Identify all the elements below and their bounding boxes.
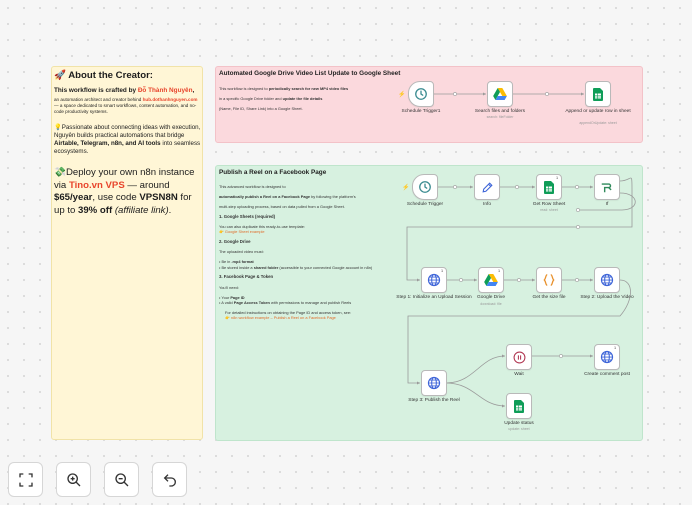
item-count: 1 (498, 269, 501, 273)
if-node[interactable] (594, 174, 620, 200)
globe-icon (600, 273, 614, 287)
info-node[interactable] (474, 174, 500, 200)
append-row-node[interactable] (585, 81, 611, 107)
if-branch-icon (601, 183, 612, 193)
zoom-out-button[interactable] (104, 462, 139, 497)
globe-icon (600, 350, 614, 364)
schedule-trigger1-label: Schedule Trigger1 (401, 109, 441, 114)
google-drive-icon (484, 274, 498, 286)
globe-icon (427, 376, 441, 390)
publish-reel-label: Step 3: Publish the Reel (408, 398, 460, 403)
pencil-icon (481, 181, 493, 193)
get-size-node[interactable] (536, 267, 562, 293)
connection-line (445, 355, 506, 384)
zoom-in-button[interactable] (56, 462, 91, 497)
google-drive-sub: download: file (480, 302, 502, 306)
schedule-trigger-node[interactable] (412, 174, 438, 200)
if-label: If (605, 202, 609, 207)
fit-view-button[interactable] (8, 462, 43, 497)
zoom-out-icon (114, 472, 128, 486)
search-files-label: Search files and folders (474, 109, 526, 114)
pause-icon (513, 351, 525, 363)
search-files-node[interactable] (487, 81, 513, 107)
undo-icon (163, 473, 176, 487)
globe-icon (427, 273, 441, 287)
google-drive-icon (493, 88, 507, 100)
zoom-in-icon (66, 472, 80, 486)
item-count: 1 (614, 346, 617, 350)
upload-video-label: Step 2: Upload the Video (580, 295, 634, 300)
search-files-sub: search: fileFolder (486, 115, 514, 119)
wait-label: Wait (514, 372, 524, 377)
update-status-label: Update status (504, 421, 534, 426)
trigger-bolt-icon: ⚡ (398, 92, 406, 98)
fit-view-icon (18, 472, 33, 487)
google-sheets-icon (544, 180, 554, 194)
item-count: 1 (441, 269, 444, 273)
undo-button[interactable] (152, 462, 187, 497)
publish-reel-node[interactable] (421, 370, 447, 396)
update-status-node[interactable] (506, 393, 532, 419)
update-status-sub: update: sheet (508, 427, 530, 431)
append-row-label: Append or update row in sheet (565, 109, 631, 114)
workflow-connections (406, 92, 636, 408)
google-sheets-icon (593, 87, 603, 101)
clock-icon (415, 88, 427, 100)
wait-node[interactable] (506, 344, 532, 370)
append-row-sub: appendOrUpdate: sheet (579, 121, 617, 125)
upload-video-node[interactable] (594, 267, 620, 293)
comment-post-label: Create comment post (584, 372, 630, 377)
google-sheets-icon (514, 399, 524, 413)
code-braces-icon (543, 274, 555, 286)
clock-icon (419, 181, 431, 193)
trigger-bolt-icon: ⚡ (402, 185, 410, 191)
get-row-sheet-sub: read: sheet (540, 208, 558, 212)
schedule-trigger1-node[interactable] (408, 81, 434, 107)
item-count: 1 (556, 176, 559, 180)
